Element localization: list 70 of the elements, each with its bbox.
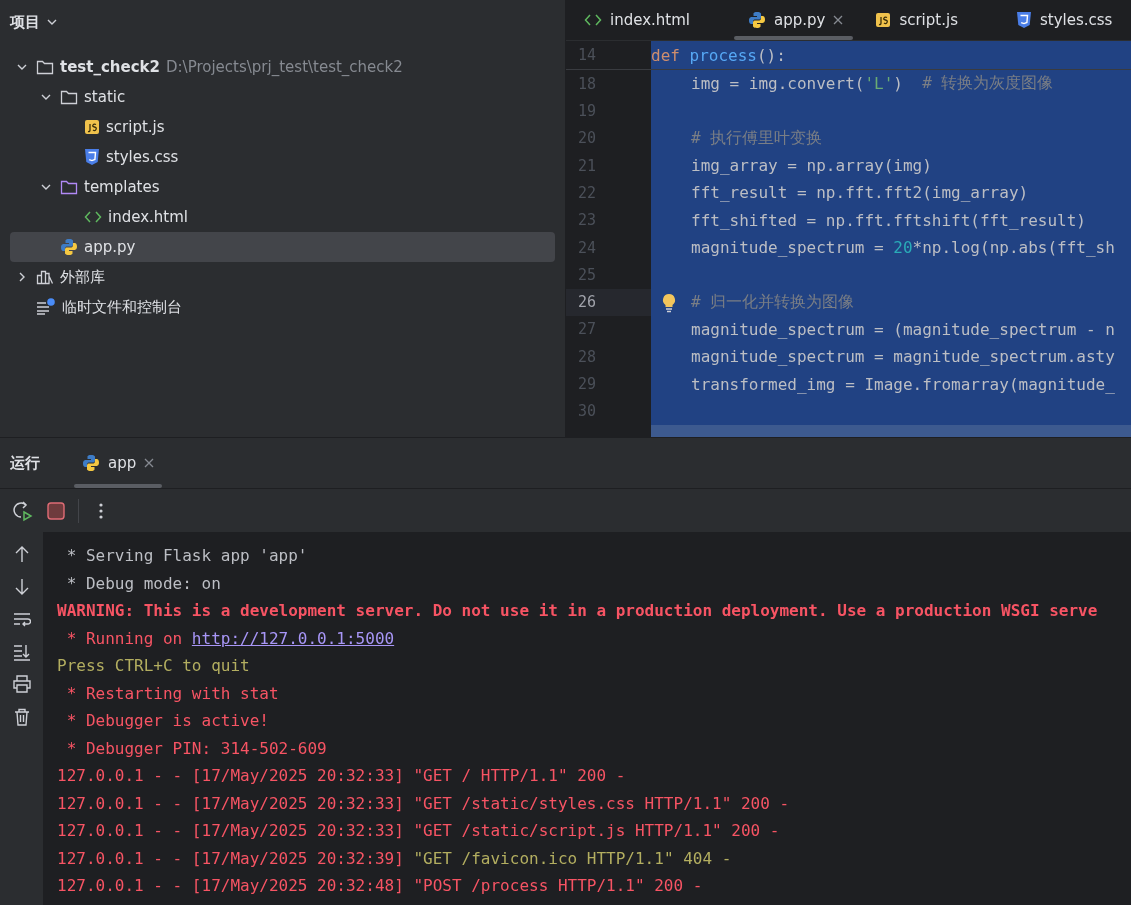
- tree-item[interactable]: 临时文件和控制台: [10, 292, 555, 322]
- panel-title: 运行: [10, 453, 40, 473]
- code-text: transformed_img = Image.fromarray(magnitude_: [691, 374, 1115, 394]
- console-text: * Serving Flask app 'app': [65, 546, 308, 566]
- console-text: 127.0.0.1 - - [17/May/2025 20:32:39]: [57, 848, 405, 868]
- scratch-files-icon: [36, 298, 56, 316]
- editor-tab[interactable]: styles.css: [997, 0, 1131, 41]
- editor-tab[interactable]: index.html: [566, 0, 730, 41]
- run-tab[interactable]: app: [70, 438, 167, 488]
- console-text: * Debugger PIN: 314-502-609: [65, 738, 327, 758]
- code-text: process: [689, 45, 757, 65]
- code-text: magnitude_spectrum = (magnitude_spectrum - n: [691, 319, 1115, 339]
- css-file-icon: [1015, 11, 1032, 30]
- code-text: *np.log(np.abs(fft_sh: [912, 238, 1115, 258]
- tree-item[interactable]: styles.css: [10, 142, 555, 172]
- tree-item[interactable]: script.js: [10, 112, 555, 142]
- console-text: WARNING: This is a development server. Do not use it in a production deployment. Use a production WSGI serve: [57, 601, 1098, 621]
- js-file-icon: [875, 12, 892, 29]
- code-text: fft_result = np.fft.fft2(img_array): [691, 183, 1029, 203]
- code-brackets-icon: [84, 210, 102, 224]
- console-text: * Debugger is active!: [65, 711, 269, 731]
- close-icon[interactable]: [144, 458, 155, 468]
- close-icon[interactable]: [833, 15, 844, 26]
- code-text: fft_shifted = np.fft.fftshift(fft_result): [691, 210, 1086, 230]
- tree-item[interactable]: test_check2 D:\Projects\prj_test\test_check2: [10, 52, 555, 82]
- tree-item[interactable]: index.html: [10, 202, 555, 232]
- code-comment: # 归一化并转换为图像: [691, 291, 855, 313]
- tree-item[interactable]: templates: [10, 172, 555, 202]
- code-text: 'L': [864, 74, 894, 94]
- code-text: ): [893, 74, 904, 94]
- console-text: * Debug mode: on: [65, 573, 221, 593]
- console-text: "GET /favicon.ico HTTP/1.1" 404 -: [413, 848, 732, 868]
- code-text: magnitude_spectrum = magnitude_spectrum.asty: [691, 347, 1115, 367]
- python-icon: [748, 11, 766, 30]
- folder-icon: [36, 59, 54, 75]
- code-text: def: [651, 45, 681, 65]
- tree-item[interactable]: static: [10, 82, 555, 112]
- python-icon: [82, 454, 100, 472]
- library-icon: [36, 269, 54, 285]
- editor-tab[interactable]: script.js: [857, 0, 998, 41]
- code-text: ():: [756, 45, 786, 65]
- code-brackets-icon: [584, 13, 602, 28]
- more-vertical-icon: [99, 501, 103, 520]
- tree-item[interactable]: 外部库: [10, 262, 555, 292]
- panel-title[interactable]: 项目: [10, 12, 40, 32]
- console-text: 127.0.0.1 - - [17/May/2025 20:32:48] "POST /process HTTP/1.1" 200 -: [57, 876, 703, 896]
- lightbulb-icon[interactable]: [660, 292, 678, 313]
- console-text: 127.0.0.1 - - [17/May/2025 20:32:33] "GET /static/styles.css HTTP/1.1" 200 -: [57, 793, 790, 813]
- rerun-button[interactable]: [10, 498, 34, 523]
- project-path: D:\Projects\prj_test\test_check2: [166, 58, 403, 76]
- code-comment: # 转换为灰度图像: [922, 73, 1054, 95]
- python-icon: [60, 238, 78, 256]
- console-text: Press CTRL+C to quit: [57, 656, 250, 676]
- folder-icon: [60, 89, 78, 105]
- console-text: * Running on: [65, 628, 184, 648]
- code-text: img_array = np.array(img): [691, 156, 932, 176]
- css-file-icon: [84, 148, 100, 166]
- editor-tab[interactable]: app.py: [730, 0, 858, 41]
- console-text: 127.0.0.1 - - [17/May/2025 20:32:33] "GET / HTTP/1.1" 200 -: [57, 766, 626, 786]
- code-text: 20: [893, 238, 913, 258]
- line-number: 26: [578, 293, 597, 312]
- code-comment: # 执行傅里叶变换: [691, 127, 823, 149]
- code-text: magnitude_spectrum =: [691, 238, 885, 258]
- console-link[interactable]: http://127.0.0.1:5000: [191, 628, 395, 648]
- js-file-icon: [84, 119, 100, 135]
- code-text: img = img.convert(: [691, 74, 865, 94]
- console-text: 127.0.0.1 - - [17/May/2025 20:32:33] "GET /static/script.js HTTP/1.1" 200 -: [57, 821, 780, 841]
- tree-item[interactable]: app.py: [10, 232, 555, 262]
- console-text: * Restarting with stat: [65, 683, 279, 703]
- folder-icon: [60, 179, 78, 195]
